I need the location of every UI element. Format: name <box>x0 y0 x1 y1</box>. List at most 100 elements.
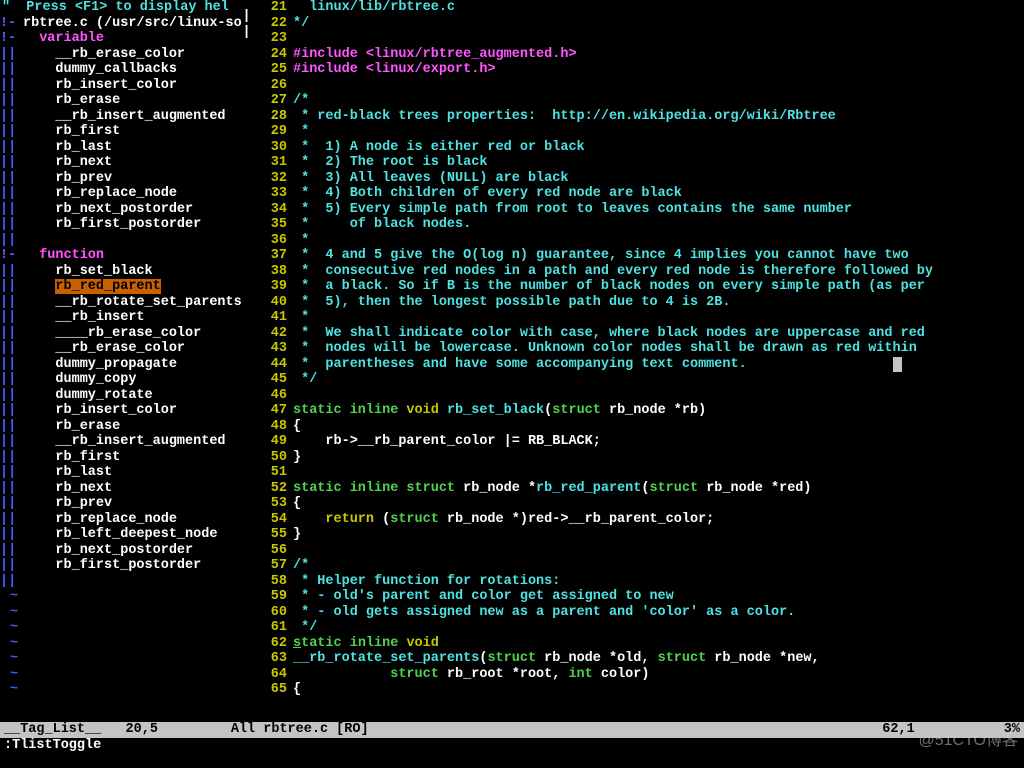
taglist-section[interactable]: variable <box>39 31 104 46</box>
taglist-item[interactable]: || rb_first_postorder <box>0 558 242 574</box>
taglist-item[interactable]: || __rb_erase_color <box>0 341 242 357</box>
tag-name: rb_insert_color <box>55 403 177 418</box>
line-number: 55 <box>251 527 293 543</box>
line-number: 48 <box>251 419 293 435</box>
code-line[interactable]: 57/* <box>251 558 1024 574</box>
code-line[interactable]: 38 * consecutive red nodes in a path and… <box>251 264 1024 280</box>
taglist-item[interactable]: || __rb_insert_augmented <box>0 109 242 125</box>
command-line[interactable]: :TlistToggle <box>0 738 1024 754</box>
code-line[interactable]: 46 <box>251 388 1024 404</box>
code-line[interactable]: 41 * <box>251 310 1024 326</box>
taglist-item[interactable]: || rb_next <box>0 481 242 497</box>
code-line[interactable]: 43 * nodes will be lowercase. Unknown co… <box>251 341 1024 357</box>
code-line[interactable]: 30 * 1) A node is either red or black <box>251 140 1024 156</box>
tag-name: ____rb_erase_color <box>55 326 201 341</box>
code-line[interactable]: 51 <box>251 465 1024 481</box>
taglist-item[interactable]: || __rb_erase_color <box>0 47 242 63</box>
taglist-item[interactable]: || __rb_insert_augmented <box>0 434 242 450</box>
taglist-item[interactable]: || dummy_callbacks <box>0 62 242 78</box>
code-line[interactable]: 34 * 5) Every simple path from root to l… <box>251 202 1024 218</box>
code-line[interactable]: 24#include <linux/rbtree_augmented.h> <box>251 47 1024 63</box>
code-line[interactable]: 21 linux/lib/rbtree.c <box>251 0 1024 16</box>
code-line[interactable]: 62static inline void <box>251 636 1024 652</box>
taglist-item[interactable]: || rb_last <box>0 140 242 156</box>
taglist-item[interactable]: || rb_set_black <box>0 264 242 280</box>
taglist-item[interactable]: || __rb_rotate_set_parents <box>0 295 242 311</box>
code-line[interactable]: 65{ <box>251 682 1024 698</box>
code-line[interactable]: 60 * - old gets assigned new as a parent… <box>251 605 1024 621</box>
code-line[interactable]: 63__rb_rotate_set_parents(struct rb_node… <box>251 651 1024 667</box>
code-line[interactable]: 58 * Helper function for rotations: <box>251 574 1024 590</box>
taglist-item[interactable]: || rb_replace_node <box>0 512 242 528</box>
fold-icon[interactable]: !- <box>0 248 23 264</box>
code-line[interactable]: 53{ <box>251 496 1024 512</box>
taglist-section[interactable]: function <box>39 248 104 263</box>
code-line[interactable]: 42 * We shall indicate color with case, … <box>251 326 1024 342</box>
status-left: __Tag_List__ 20,5 All <box>4 722 255 738</box>
taglist-item[interactable]: || rb_first <box>0 450 242 466</box>
taglist-item[interactable]: || rb_first <box>0 124 242 140</box>
code-line[interactable]: 32 * 3) All leaves (NULL) are black <box>251 171 1024 187</box>
taglist-item[interactable]: || dummy_rotate <box>0 388 242 404</box>
code-line[interactable]: 55} <box>251 527 1024 543</box>
taglist-item[interactable]: || rb_prev <box>0 171 242 187</box>
tag-name: rb_first_postorder <box>55 217 201 232</box>
code-line[interactable]: 52static inline struct rb_node *rb_red_p… <box>251 481 1024 497</box>
taglist-pane[interactable]: " Press <F1> to display hel !-rbtree.c (… <box>0 0 242 722</box>
code-line[interactable]: 23 <box>251 31 1024 47</box>
taglist-item[interactable]: || rb_next <box>0 155 242 171</box>
taglist-item[interactable]: || rb_prev <box>0 496 242 512</box>
taglist-item[interactable]: || rb_last <box>0 465 242 481</box>
code-line[interactable]: 29 * <box>251 124 1024 140</box>
code-line[interactable]: 25#include <linux/export.h> <box>251 62 1024 78</box>
taglist-filename[interactable]: rbtree.c (/usr/src/linux-so <box>23 16 242 31</box>
taglist-item[interactable]: || rb_erase <box>0 419 242 435</box>
code-line[interactable]: 49 rb->__rb_parent_color |= RB_BLACK; <box>251 434 1024 450</box>
line-number: 60 <box>251 605 293 621</box>
taglist-item[interactable]: || rb_insert_color <box>0 78 242 94</box>
taglist-item[interactable]: || dummy_copy <box>0 372 242 388</box>
code-line[interactable]: 39 * a black. So if B is the number of b… <box>251 279 1024 295</box>
taglist-item[interactable]: || dummy_propagate <box>0 357 242 373</box>
code-line[interactable]: 31 * 2) The root is black <box>251 155 1024 171</box>
taglist-item[interactable]: || rb_red_parent <box>0 279 242 295</box>
taglist-item[interactable]: || rb_left_deepest_node <box>0 527 242 543</box>
taglist-item[interactable]: || rb_erase <box>0 93 242 109</box>
fold-icon[interactable]: !- <box>0 31 23 47</box>
code-line[interactable]: 26 <box>251 78 1024 94</box>
taglist-item[interactable]: || rb_first_postorder <box>0 217 242 233</box>
editor-pane[interactable]: 21 linux/lib/rbtree.c22*/2324#include <l… <box>251 0 1024 722</box>
code-line[interactable]: 44 * parentheses and have some accompany… <box>251 357 1024 373</box>
code-line[interactable]: 36 * <box>251 233 1024 249</box>
code-line[interactable]: 27/* <box>251 93 1024 109</box>
fold-icon[interactable]: !- <box>0 16 23 32</box>
code-line[interactable]: 56 <box>251 543 1024 559</box>
line-number: 23 <box>251 31 293 47</box>
line-number: 56 <box>251 543 293 559</box>
taglist-item[interactable]: || rb_replace_node <box>0 186 242 202</box>
code-line[interactable]: 64 struct rb_root *root, int color) <box>251 667 1024 683</box>
taglist-item[interactable]: || ____rb_erase_color <box>0 326 242 342</box>
code-line[interactable]: 59 * - old's parent and color get assign… <box>251 589 1024 605</box>
code-line[interactable]: 54 return (struct rb_node *)red->__rb_pa… <box>251 512 1024 528</box>
code-line[interactable]: 45 */ <box>251 372 1024 388</box>
status-file: rbtree.c [RO] <box>255 722 368 738</box>
code-line[interactable]: 22*/ <box>251 16 1024 32</box>
code-line[interactable]: 37 * 4 and 5 give the O(log n) guarantee… <box>251 248 1024 264</box>
tag-name: rb_red_parent <box>55 279 160 294</box>
code-line[interactable]: 48{ <box>251 419 1024 435</box>
code-line[interactable]: 61 */ <box>251 620 1024 636</box>
code-line[interactable]: 40 * 5), then the longest possible path … <box>251 295 1024 311</box>
taglist-item[interactable]: || rb_insert_color <box>0 403 242 419</box>
line-number: 26 <box>251 78 293 94</box>
taglist-item[interactable]: || rb_next_postorder <box>0 202 242 218</box>
tag-name: __rb_rotate_set_parents <box>55 295 241 310</box>
code-line[interactable]: 28 * red-black trees properties: http://… <box>251 109 1024 125</box>
taglist-item[interactable]: || __rb_insert <box>0 310 242 326</box>
code-line[interactable]: 33 * 4) Both children of every red node … <box>251 186 1024 202</box>
taglist-item[interactable]: || rb_next_postorder <box>0 543 242 559</box>
code-line[interactable]: 35 * of black nodes. <box>251 217 1024 233</box>
code-line[interactable]: 50} <box>251 450 1024 466</box>
code-line[interactable]: 47static inline void rb_set_black(struct… <box>251 403 1024 419</box>
window-split[interactable]: || <box>242 0 251 722</box>
